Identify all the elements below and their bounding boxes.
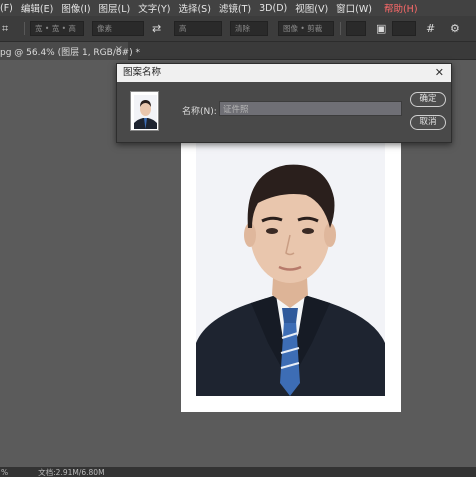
menu-select[interactable]: 选择(S) — [178, 1, 210, 15]
menu-type[interactable]: 文字(Y) — [138, 1, 170, 15]
name-input[interactable] — [219, 101, 402, 116]
crop-tool-icon[interactable]: ⌗ — [2, 21, 8, 36]
portrait-illustration — [196, 143, 385, 396]
height-field[interactable]: 高 — [174, 21, 222, 36]
dialog-title-bar: 图案名称 ✕ — [117, 64, 451, 82]
ratio-select[interactable]: 宽 • 宽 • 高 — [30, 21, 84, 36]
thumbnail-portrait — [131, 92, 158, 130]
zoom-readout[interactable]: % — [1, 468, 8, 477]
name-label: 名称(N): — [182, 107, 217, 117]
options-bar: ⌗ 宽 • 宽 • 高 像素 ⇄ 高 清除 图像 • 剪裁 ▣ # ⚙ — [0, 16, 476, 42]
document-size: 文档:2.91M/6.80M — [38, 467, 105, 477]
clear-button[interactable]: 清除 — [230, 21, 268, 36]
gear-icon[interactable]: ⚙ — [450, 21, 460, 36]
menu-layer[interactable]: 图层(L) — [99, 1, 131, 15]
menu-filter[interactable]: 滤镜(T) — [219, 1, 251, 15]
close-icon[interactable]: ✕ — [435, 64, 444, 82]
dialog-title: 图案名称 — [123, 67, 162, 78]
document-canvas[interactable] — [181, 141, 401, 412]
grid-icon[interactable]: # — [426, 21, 435, 36]
menu-window[interactable]: 窗口(W) — [336, 1, 372, 15]
pattern-name-dialog: 图案名称 ✕ 名称(N): 确定 取消 — [116, 63, 452, 143]
separator — [340, 22, 341, 35]
menu-bar: (F) 编辑(E) 图像(I) 图层(L) 文字(Y) 选择(S) 滤镜(T) … — [0, 0, 476, 16]
menu-file[interactable]: (F) — [0, 3, 13, 14]
status-bar: % 文档:2.91M/6.80M — [0, 467, 476, 477]
cancel-button[interactable]: 取消 — [410, 115, 446, 130]
menu-image[interactable]: 图像(I) — [61, 1, 90, 15]
ok-button[interactable]: 确定 — [410, 92, 446, 107]
id-photo-image — [196, 143, 385, 396]
pattern-thumbnail — [130, 91, 159, 131]
menu-edit[interactable]: 编辑(E) — [21, 1, 53, 15]
width-field[interactable]: 像素 — [92, 21, 144, 36]
document-tab-bar: pg @ 56.4% (图层 1, RGB/8#) * × — [0, 42, 476, 60]
menu-view[interactable]: 视图(V) — [295, 1, 328, 15]
close-icon[interactable]: × — [115, 44, 123, 55]
content-aware-field[interactable] — [392, 21, 416, 36]
menu-help[interactable]: 帮助(H) — [384, 1, 418, 15]
straighten-field[interactable]: 图像 • 剪裁 — [278, 21, 334, 36]
document-tab[interactable]: pg @ 56.4% (图层 1, RGB/8#) * × — [0, 42, 140, 60]
separator — [24, 22, 25, 35]
overlay-select[interactable] — [346, 21, 366, 36]
menu-3d[interactable]: 3D(D) — [259, 3, 287, 14]
swap-icon[interactable]: ⇄ — [152, 21, 161, 36]
camera-icon[interactable]: ▣ — [376, 21, 386, 36]
